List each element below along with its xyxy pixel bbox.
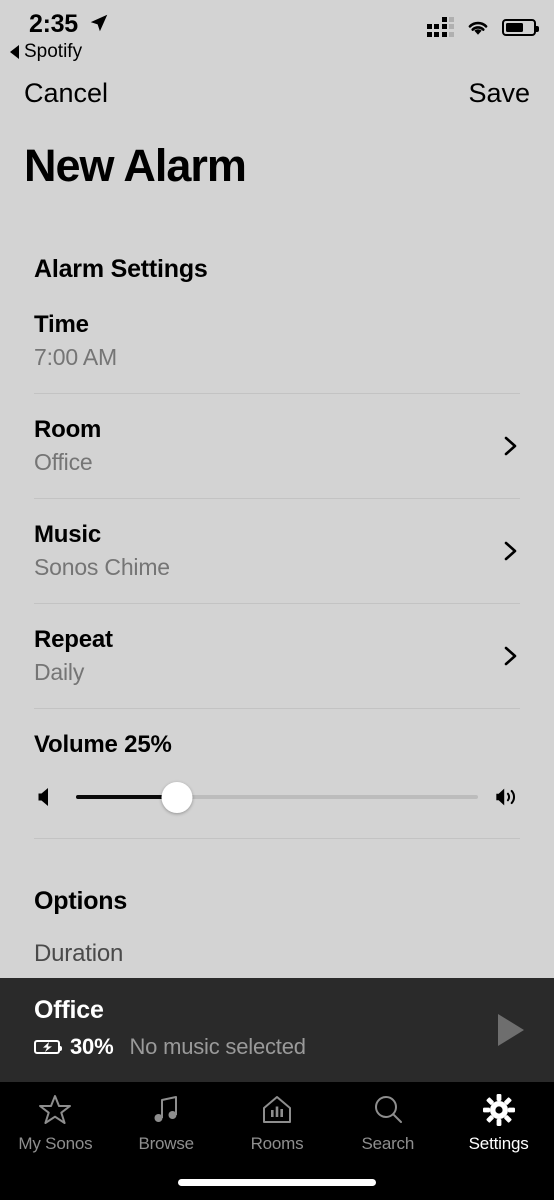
back-to-spotify-button[interactable]: Spotify <box>10 41 82 63</box>
alarm-settings-heading: Alarm Settings <box>34 255 208 283</box>
row-label: Duration <box>34 940 124 967</box>
row-value: Office <box>34 449 93 475</box>
page-title: New Alarm <box>24 140 247 191</box>
location-arrow-icon <box>90 14 108 32</box>
save-button[interactable]: Save <box>468 78 530 109</box>
alarm-settings-list: Time 7:00 AM Room Office Music Sonos Chi… <box>0 311 554 839</box>
play-icon[interactable] <box>498 1014 524 1046</box>
slider-thumb[interactable] <box>161 782 192 813</box>
status-bar-indicators <box>426 16 539 37</box>
gear-icon <box>481 1092 517 1128</box>
cellular-signal-icon <box>426 16 454 37</box>
tab-label: Settings <box>468 1134 529 1153</box>
now-playing-music-status: No music selected <box>129 1034 306 1059</box>
now-playing-status: 30% No music selected <box>34 1034 306 1060</box>
tab-label: My Sonos <box>18 1134 93 1153</box>
options-heading: Options <box>34 887 128 915</box>
row-value: Daily <box>34 659 85 685</box>
status-bar: 2:35 Spotify <box>0 0 554 62</box>
star-icon <box>37 1092 73 1128</box>
search-icon <box>370 1092 406 1128</box>
tab-browse[interactable]: Browse <box>111 1092 222 1162</box>
now-playing-room: Office <box>34 996 104 1024</box>
row-label: Time <box>34 311 89 338</box>
tab-label: Browse <box>138 1134 194 1153</box>
row-value: 7:00 AM <box>34 344 117 370</box>
row-label: Repeat <box>34 626 113 653</box>
back-app-label: Spotify <box>24 41 83 62</box>
setting-row-time[interactable]: Time 7:00 AM <box>34 311 520 394</box>
row-value: Sonos Chime <box>34 554 170 580</box>
speaker-low-icon <box>34 784 60 810</box>
cancel-button[interactable]: Cancel <box>24 78 108 109</box>
chevron-right-icon <box>504 436 517 456</box>
tab-label: Search <box>361 1134 415 1153</box>
battery-icon <box>502 19 539 36</box>
setting-row-repeat[interactable]: Repeat Daily <box>34 604 520 709</box>
row-label: Music <box>34 521 102 548</box>
status-bar-time: 2:35 <box>29 10 78 38</box>
chevron-right-icon <box>504 541 517 561</box>
tab-my-sonos[interactable]: My Sonos <box>0 1092 111 1162</box>
navigation-bar: Cancel Save <box>0 78 554 123</box>
setting-row-music[interactable]: Music Sonos Chime <box>34 499 520 604</box>
alarm-editor-screen: 2:35 Spotify Cancel Save New Alarm Alarm… <box>0 0 554 1200</box>
tab-label: Rooms <box>250 1134 304 1153</box>
chevron-right-icon <box>504 646 517 666</box>
speaker-high-icon <box>494 784 520 810</box>
wifi-icon <box>468 21 488 35</box>
volume-slider[interactable] <box>76 782 478 813</box>
setting-row-volume: Volume 25% <box>34 709 520 839</box>
house-bars-icon <box>259 1092 295 1128</box>
settings-content: Alarm Settings Time 7:00 AM Room Office … <box>0 255 554 968</box>
volume-label: Volume 25% <box>34 731 172 758</box>
back-triangle-icon <box>10 45 19 59</box>
tab-search[interactable]: Search <box>332 1092 443 1162</box>
setting-row-duration[interactable]: Duration <box>34 916 520 968</box>
now-playing-bar[interactable]: Office 30% No music selected <box>0 978 554 1082</box>
setting-row-room[interactable]: Room Office <box>34 394 520 499</box>
battery-charging-icon <box>34 1040 62 1054</box>
tab-bar: My Sonos Browse Rooms Search Settings <box>0 1082 554 1200</box>
music-notes-icon <box>148 1092 184 1128</box>
home-indicator <box>178 1179 376 1186</box>
tab-settings[interactable]: Settings <box>443 1092 554 1162</box>
row-label: Room <box>34 416 102 443</box>
tab-rooms[interactable]: Rooms <box>222 1092 333 1162</box>
now-playing-battery-percent: 30% <box>70 1034 114 1059</box>
